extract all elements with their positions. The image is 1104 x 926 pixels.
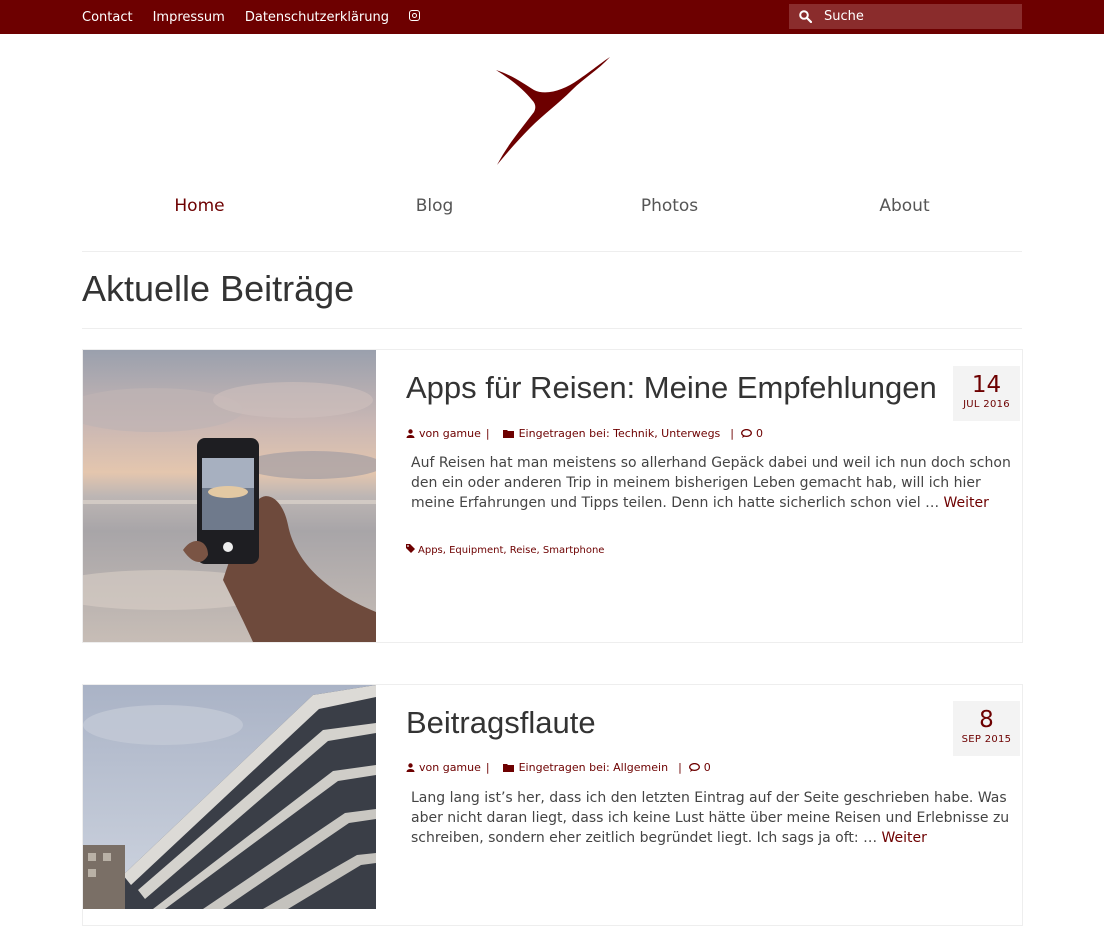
divider: [82, 251, 1022, 252]
search-icon: [799, 10, 812, 23]
nav-about[interactable]: About: [787, 196, 1022, 216]
post-card: Beitragsflaute 8 SEP 2015 von gamue | Ei…: [82, 684, 1023, 926]
post-date-day: 14: [971, 372, 1002, 398]
post-meta: von gamue | Eingetragen bei: Allgemein |…: [406, 761, 711, 774]
post-date: 14 JUL 2016: [953, 366, 1020, 421]
tag-icon: [406, 544, 415, 553]
post-card: Apps für Reisen: Meine Empfehlungen 14 J…: [82, 349, 1023, 643]
search-box[interactable]: [789, 4, 1022, 29]
contact-link[interactable]: Contact: [82, 10, 133, 25]
post-date-month: SEP 2015: [961, 734, 1012, 745]
folder-icon: [502, 764, 514, 772]
post-author[interactable]: von gamue: [419, 427, 481, 440]
post-categories[interactable]: Technik, Unterwegs: [613, 427, 720, 440]
post-tags-list[interactable]: Apps, Equipment, Reise, Smartphone: [418, 545, 604, 556]
nav-photos[interactable]: Photos: [552, 196, 787, 216]
impressum-link[interactable]: Impressum: [153, 10, 225, 25]
post-title[interactable]: Apps für Reisen: Meine Empfehlungen: [406, 370, 937, 406]
post-date: 8 SEP 2015: [953, 701, 1020, 756]
read-more-link[interactable]: Weiter: [882, 830, 927, 846]
divider: [82, 328, 1022, 329]
top-nav: Contact Impressum Datenschutzerklärung: [82, 0, 440, 34]
post-comments-count[interactable]: 0: [756, 427, 763, 440]
page-title: Aktuelle Beiträge: [82, 268, 355, 309]
instagram-icon[interactable]: [409, 9, 420, 25]
category-label: Eingetragen bei:: [518, 427, 610, 440]
post-meta: von gamue | Eingetragen bei: Technik, Un…: [406, 427, 763, 440]
comment-icon: [688, 763, 700, 772]
post-categories[interactable]: Allgemein: [613, 761, 668, 774]
search-input[interactable]: [822, 8, 1016, 25]
read-more-link[interactable]: Weiter: [944, 495, 989, 511]
post-author[interactable]: von gamue: [419, 761, 481, 774]
datenschutz-link[interactable]: Datenschutzerklärung: [245, 10, 389, 25]
post-thumbnail[interactable]: [83, 350, 376, 642]
post-thumbnail[interactable]: [83, 685, 376, 909]
nav-blog[interactable]: Blog: [317, 196, 552, 216]
post-date-day: 8: [979, 707, 994, 733]
user-icon: [406, 429, 415, 438]
post-excerpt: Auf Reisen hat man meistens so allerhand…: [411, 455, 1011, 511]
post-tags: Apps, Equipment, Reise, Smartphone: [406, 544, 604, 556]
main-nav: Home Blog Photos About: [82, 196, 1022, 216]
nav-home[interactable]: Home: [82, 196, 317, 216]
comment-icon: [741, 429, 752, 438]
post-title[interactable]: Beitragsflaute: [406, 705, 596, 741]
category-label: Eingetragen bei:: [518, 761, 610, 774]
post-comments-count[interactable]: 0: [704, 761, 711, 774]
site-logo[interactable]: [494, 56, 612, 168]
post-excerpt: Lang lang ist’s her, dass ich den letzte…: [411, 790, 1010, 846]
folder-icon: [502, 430, 514, 438]
user-icon: [406, 763, 415, 772]
post-date-month: JUL 2016: [963, 399, 1010, 410]
